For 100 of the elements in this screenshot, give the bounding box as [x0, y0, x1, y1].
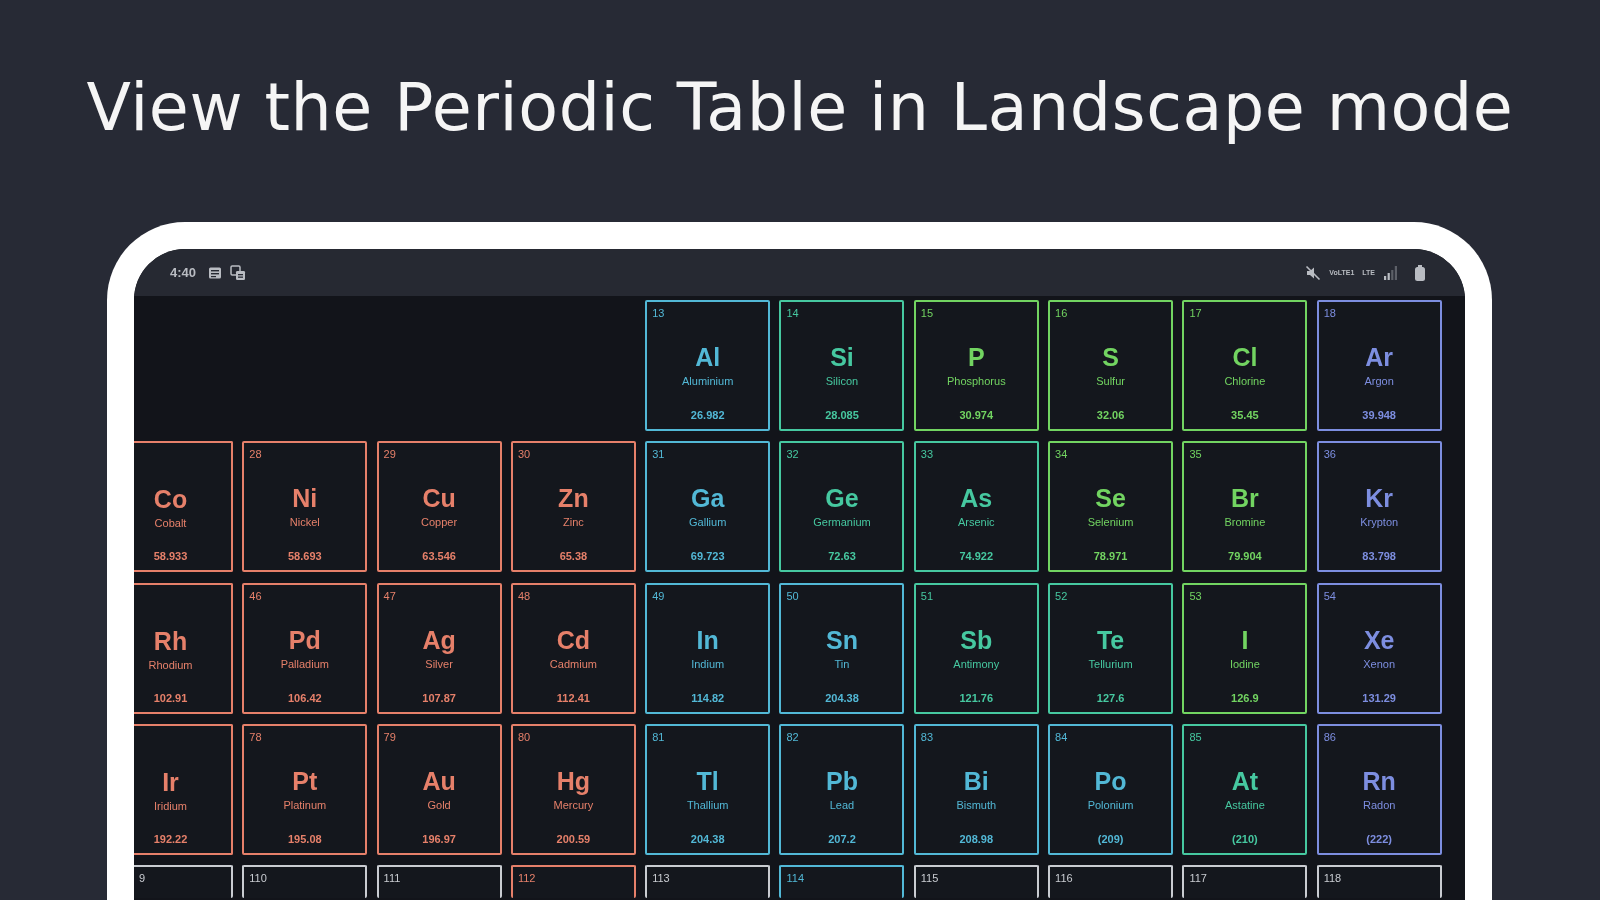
element-tile[interactable]: 82 Pb Lead 207.2: [779, 723, 905, 855]
element-tile[interactable]: 50 Sn Tin 204.38: [779, 582, 905, 714]
element-tile[interactable]: 47 Ag Silver 107.87: [376, 582, 502, 714]
element-name: Gallium: [689, 515, 727, 530]
atomic-number: 15: [920, 306, 934, 320]
element-tile[interactable]: 111: [376, 865, 502, 899]
atomic-weight: 192.22: [153, 831, 188, 846]
atomic-number: 86: [1323, 729, 1336, 744]
element-tile[interactable]: 118: [1316, 865, 1442, 899]
element-tile[interactable]: 115: [913, 865, 1039, 899]
element-symbol: Rh: [153, 626, 188, 655]
atomic-number: 78: [249, 729, 262, 744]
element-name: Zinc: [563, 515, 584, 530]
element-name: Thallium: [686, 797, 729, 812]
element-symbol: Ni: [292, 484, 318, 513]
element-name: Bismuth: [956, 797, 997, 812]
atomic-number: 17: [1189, 306, 1202, 320]
element-symbol: Co: [153, 485, 188, 514]
element-symbol: P: [967, 343, 985, 371]
element-tile[interactable]: Co Cobalt 58.933: [134, 441, 233, 573]
element-symbol: In: [696, 625, 719, 654]
element-tile[interactable]: 117: [1182, 865, 1308, 899]
atomic-weight: 196.97: [422, 831, 456, 846]
atomic-number: 53: [1189, 588, 1202, 603]
element-tile[interactable]: 31 Ga Gallium 69.723: [645, 441, 771, 573]
element-tile[interactable]: 32 Ge Germanium 72.63: [779, 441, 905, 573]
element-symbol: Br: [1230, 484, 1259, 513]
atomic-weight: 39.948: [1362, 408, 1396, 422]
element-symbol: Kr: [1365, 484, 1394, 513]
element-name: Phosphorus: [946, 374, 1006, 388]
element-tile[interactable]: 33 As Arsenic 74.922: [913, 441, 1039, 573]
atomic-weight: 78.971: [1093, 549, 1128, 564]
element-symbol: Ir: [162, 767, 179, 796]
element-tile[interactable]: 30 Zn Zinc 65.38: [510, 441, 636, 573]
element-tile[interactable]: 18 Ar Argon 39.948: [1316, 300, 1442, 431]
element-tile[interactable]: 110: [242, 865, 368, 899]
element-tile[interactable]: 36 Kr Krypton 83.798: [1316, 441, 1442, 573]
atomic-weight: 69.723: [690, 549, 725, 564]
atomic-number: 14: [786, 306, 799, 320]
element-tile[interactable]: 52 Te Tellurium 127.6: [1048, 582, 1174, 714]
element-name: Silicon: [825, 374, 859, 388]
element-name: Gold: [427, 797, 451, 812]
atomic-number: 48: [517, 588, 531, 603]
element-name: Cadmium: [549, 656, 597, 671]
element-name: Tin: [834, 656, 850, 671]
element-name: Selenium: [1087, 515, 1134, 530]
element-symbol: Te: [1096, 625, 1125, 654]
element-tile[interactable]: 116: [1048, 865, 1174, 899]
element-name: Xenon: [1363, 656, 1396, 671]
element-tile[interactable]: 83 Bi Bismuth 208.98: [913, 723, 1039, 855]
atomic-weight: 72.63: [828, 549, 856, 564]
element-tile[interactable]: Rh Rhodium 102.91: [134, 582, 233, 714]
signal-icon: [1383, 265, 1397, 280]
atomic-weight: 112.41: [556, 690, 590, 705]
element-tile[interactable]: 16 S Sulfur 32.06: [1048, 300, 1174, 431]
atomic-number: 83: [920, 729, 934, 744]
element-tile[interactable]: 51 Sb Antimony 121.76: [913, 582, 1039, 714]
atomic-number: 82: [786, 729, 799, 744]
element-symbol: Si: [830, 343, 854, 371]
element-tile[interactable]: 113: [645, 865, 771, 899]
element-tile[interactable]: 112: [510, 865, 636, 899]
atomic-number: 111: [383, 871, 401, 886]
element-tile[interactable]: 34 Se Selenium 78.971: [1048, 441, 1174, 573]
element-tile[interactable]: 48 Cd Cadmium 112.41: [510, 582, 636, 714]
element-tile[interactable]: 35 Br Bromine 79.904: [1182, 441, 1308, 573]
element-name: Antimony: [953, 656, 1000, 671]
element-tile[interactable]: 53 I Iodine 126.9: [1182, 582, 1308, 714]
element-tile[interactable]: 29 Cu Copper 63.546: [376, 441, 502, 573]
atomic-weight: 114.82: [691, 690, 725, 705]
element-tile[interactable]: 9: [134, 865, 233, 899]
atomic-weight: 102.91: [153, 690, 188, 705]
element-tile[interactable]: 78 Pt Platinum 195.08: [242, 723, 368, 855]
element-tile[interactable]: 14 Si Silicon 28.085: [779, 300, 905, 431]
element-tile[interactable]: 114: [779, 865, 905, 899]
atomic-weight: 35.45: [1231, 408, 1259, 422]
element-tile[interactable]: 85 At Astatine (210): [1182, 723, 1308, 855]
element-tile[interactable]: 28 Ni Nickel 58.693: [242, 441, 368, 573]
element-tile[interactable]: 81 Tl Thallium 204.38: [645, 723, 771, 855]
element-name: Chlorine: [1224, 374, 1266, 388]
element-tile[interactable]: 54 Xe Xenon 131.29: [1316, 582, 1442, 714]
element-name: Krypton: [1360, 515, 1399, 530]
element-name: Iodine: [1229, 656, 1260, 671]
atomic-weight: (222): [1366, 831, 1392, 846]
atomic-number: 112: [517, 871, 536, 886]
element-tile[interactable]: 46 Pd Palladium 106.42: [242, 582, 368, 714]
atomic-number: 32: [786, 447, 799, 462]
element-tile[interactable]: 15 P Phosphorus 30.974: [913, 300, 1039, 431]
element-symbol: Xe: [1363, 625, 1395, 654]
element-tile[interactable]: 17 Cl Chlorine 35.45: [1182, 300, 1308, 431]
atomic-weight: 83.798: [1362, 549, 1396, 564]
element-tile[interactable]: 13 Al Aluminium 26.982: [645, 300, 771, 431]
atomic-number: 54: [1323, 588, 1336, 603]
element-tile[interactable]: 86 Rn Radon (222): [1316, 723, 1442, 855]
element-tile[interactable]: 79 Au Gold 196.97: [376, 723, 502, 855]
element-tile[interactable]: 80 Hg Mercury 200.59: [510, 723, 636, 855]
element-tile[interactable]: 84 Po Polonium (209): [1048, 723, 1174, 855]
atomic-number: 50: [786, 588, 799, 603]
element-symbol: Bi: [963, 766, 989, 795]
element-tile[interactable]: Ir Iridium 192.22: [134, 723, 233, 855]
element-tile[interactable]: 49 In Indium 114.82: [645, 582, 771, 714]
